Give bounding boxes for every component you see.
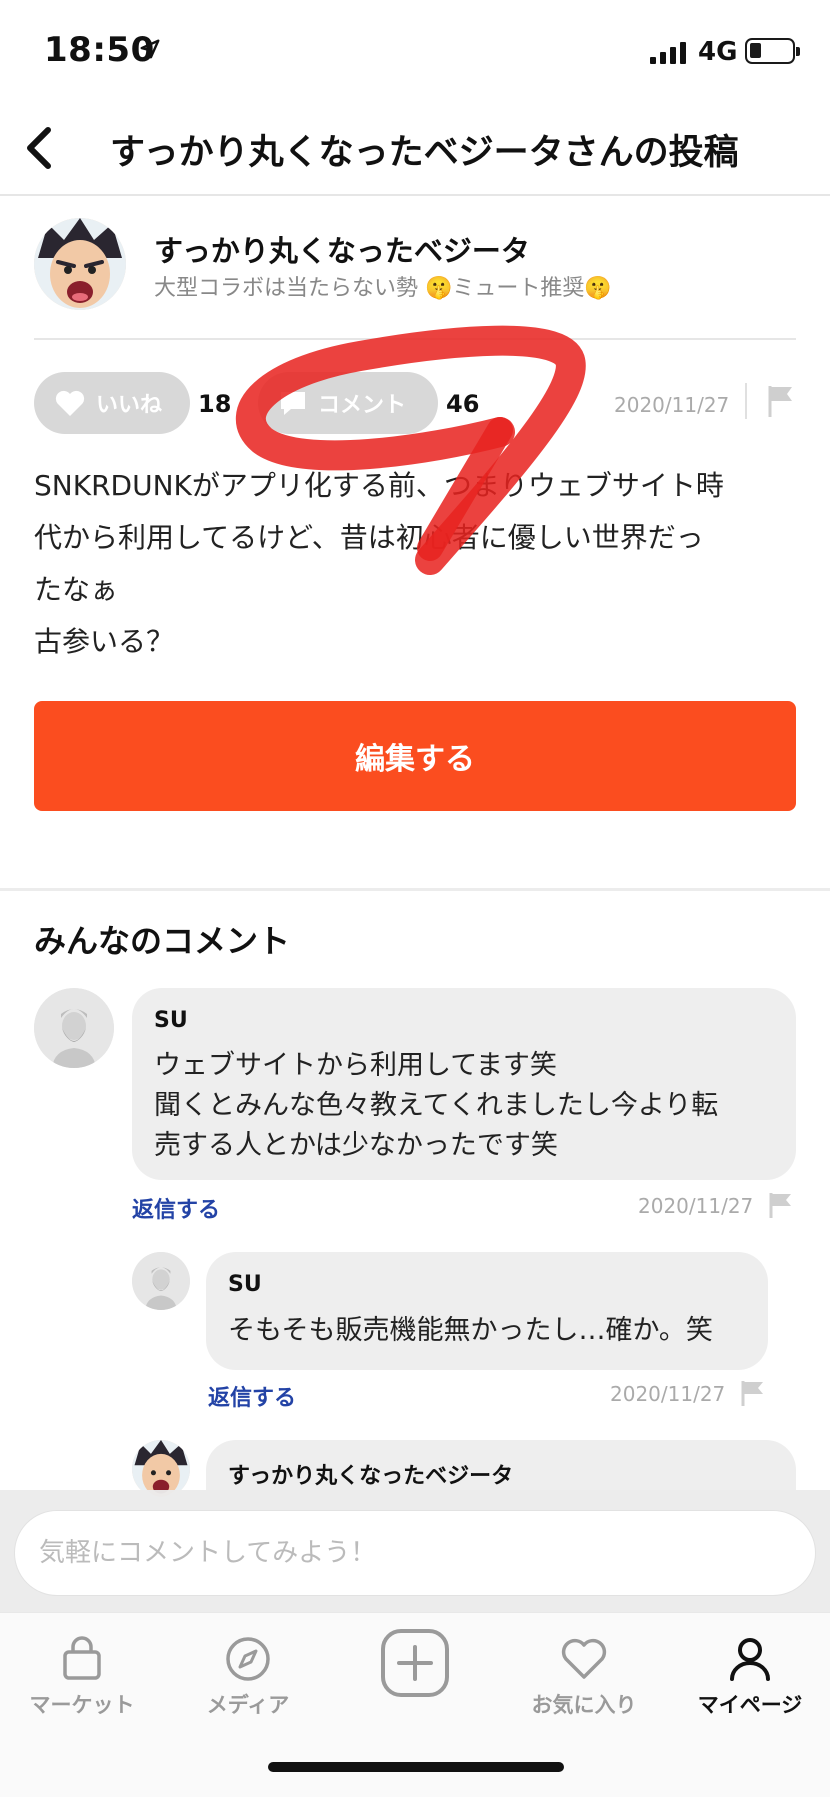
comment-label: コメント (318, 393, 407, 418)
author-name[interactable]: すっかり丸くなったベジータ (154, 228, 530, 270)
plus-square-icon (381, 1629, 449, 1697)
commenter-name[interactable]: SU (154, 1008, 188, 1033)
flag-icon[interactable] (768, 1191, 794, 1219)
like-count: 18 (198, 390, 232, 418)
like-button[interactable]: いいね (34, 372, 190, 434)
speech-bubble-icon (281, 392, 305, 415)
post-date: 2020/11/27 (614, 393, 730, 417)
commenter-name[interactable]: すっかり丸くなったベジータ (228, 1458, 513, 1490)
shopping-bag-icon (63, 1636, 101, 1680)
comments-section-title: みんなのコメント (34, 922, 291, 960)
tab-label: マーケット (29, 1693, 135, 1717)
tab-post[interactable] (370, 1613, 460, 1733)
network-type: 4G (698, 37, 738, 67)
comment-line: そもそも販売機能無かったし…確か。笑 (228, 1315, 713, 1346)
heart-icon (55, 390, 85, 416)
page-title: すっかり丸くなったベジータさんの投稿 (110, 133, 739, 173)
post-body-line: たなぁ (34, 573, 119, 606)
comment-line: 聞くとみんな色々教えてくれましたし今より転 (154, 1090, 719, 1121)
commenter-avatar[interactable] (132, 1252, 190, 1310)
compass-icon (226, 1637, 270, 1681)
flag-icon[interactable] (740, 1379, 766, 1407)
like-label: いいね (96, 393, 163, 418)
tab-market[interactable]: マーケット (20, 1613, 144, 1733)
home-indicator (268, 1762, 564, 1772)
comment-button[interactable]: コメント (258, 372, 438, 434)
comment-line: ウェブサイトから利用してます笑 (154, 1050, 557, 1081)
chevron-left-icon[interactable] (14, 122, 64, 174)
comment-input-bar (0, 1490, 830, 1612)
heart-icon (561, 1638, 607, 1679)
location-arrow-icon (140, 39, 160, 59)
post-body-line: 古参いる？ (34, 625, 175, 658)
status-bar: 18:50 4G (0, 0, 830, 100)
comment-line: 売する人とかは少なかったです笑 (154, 1130, 558, 1161)
comment-date: 2020/11/27 (638, 1194, 754, 1218)
post-body-line: SNKRDUNKがアプリ化する前、つまりウェブサイト時 (34, 469, 724, 502)
vertical-divider (745, 383, 747, 419)
reply-link[interactable]: 返信する (132, 1192, 220, 1224)
flag-icon[interactable] (766, 384, 796, 418)
post-body-line: 代から利用してるけど、昔は初心者に優しい世界だっ (34, 521, 704, 554)
section-divider (0, 888, 830, 891)
reply-link[interactable]: 返信する (208, 1380, 296, 1412)
page-header: すっかり丸くなったベジータさんの投稿 (0, 100, 830, 196)
tab-favorites[interactable]: お気に入り (522, 1613, 646, 1733)
tab-media[interactable]: メディア (192, 1613, 304, 1733)
author-avatar[interactable] (34, 218, 126, 310)
comment-input[interactable] (14, 1510, 816, 1596)
edit-button[interactable]: 編集する (34, 701, 796, 811)
battery-icon (745, 38, 800, 64)
person-icon (730, 1638, 770, 1681)
commenter-avatar[interactable] (34, 988, 114, 1068)
post-body: SNKRDUNKがアプリ化する前、つまりウェブサイト時 代から利用してるけど、昔… (34, 460, 804, 668)
signal-bars-icon (650, 42, 686, 64)
divider (34, 338, 796, 340)
comment-date: 2020/11/27 (610, 1382, 726, 1406)
tab-label: マイページ (697, 1693, 803, 1717)
author-bio: 大型コラボは当たらない勢 🤫ミュート推奨🤫 (154, 276, 612, 301)
tab-mypage[interactable]: マイページ (688, 1613, 812, 1733)
comment-count: 46 (446, 390, 480, 418)
tab-label: お気に入り (531, 1693, 637, 1717)
tab-label: メディア (206, 1693, 290, 1717)
commenter-name[interactable]: SU (228, 1272, 262, 1297)
